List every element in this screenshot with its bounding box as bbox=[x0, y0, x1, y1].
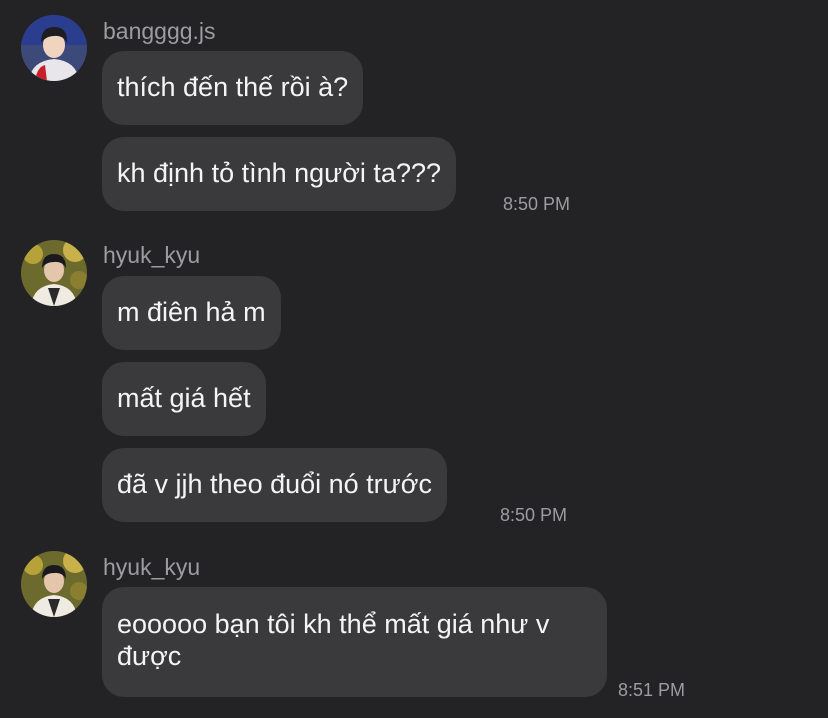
username[interactable]: hyuk_kyu bbox=[103, 244, 200, 267]
message-timestamp: 8:51 PM bbox=[618, 680, 686, 700]
avatar-hyuk-kyu[interactable] bbox=[21, 240, 87, 306]
avatar-icon bbox=[21, 551, 87, 617]
message-bubble[interactable]: kh định tỏ tình người ta??? bbox=[102, 137, 456, 211]
avatar-bangggg-js[interactable] bbox=[21, 15, 87, 81]
message-timestamp: 8:50 PM bbox=[500, 505, 568, 525]
message-bubble[interactable]: đã v jjh theo đuổi nó trước bbox=[102, 448, 447, 522]
username[interactable]: bangggg.js bbox=[103, 20, 216, 43]
message-bubble[interactable]: eooooo bạn tôi kh thể mất giá như v được bbox=[102, 587, 607, 697]
username[interactable]: hyuk_kyu bbox=[103, 556, 200, 579]
avatar-hyuk-kyu[interactable] bbox=[21, 551, 87, 617]
chat-thread: bangggg.js thích đến thế rồi à? kh định … bbox=[0, 0, 828, 718]
message-bubble[interactable]: mất giá hết bbox=[102, 362, 266, 436]
avatar-icon bbox=[21, 240, 87, 306]
message-bubble[interactable]: thích đến thế rồi à? bbox=[102, 51, 364, 125]
message-bubble[interactable]: m điên hả m bbox=[102, 276, 281, 350]
avatar-icon bbox=[21, 15, 87, 81]
message-timestamp: 8:50 PM bbox=[503, 194, 571, 214]
